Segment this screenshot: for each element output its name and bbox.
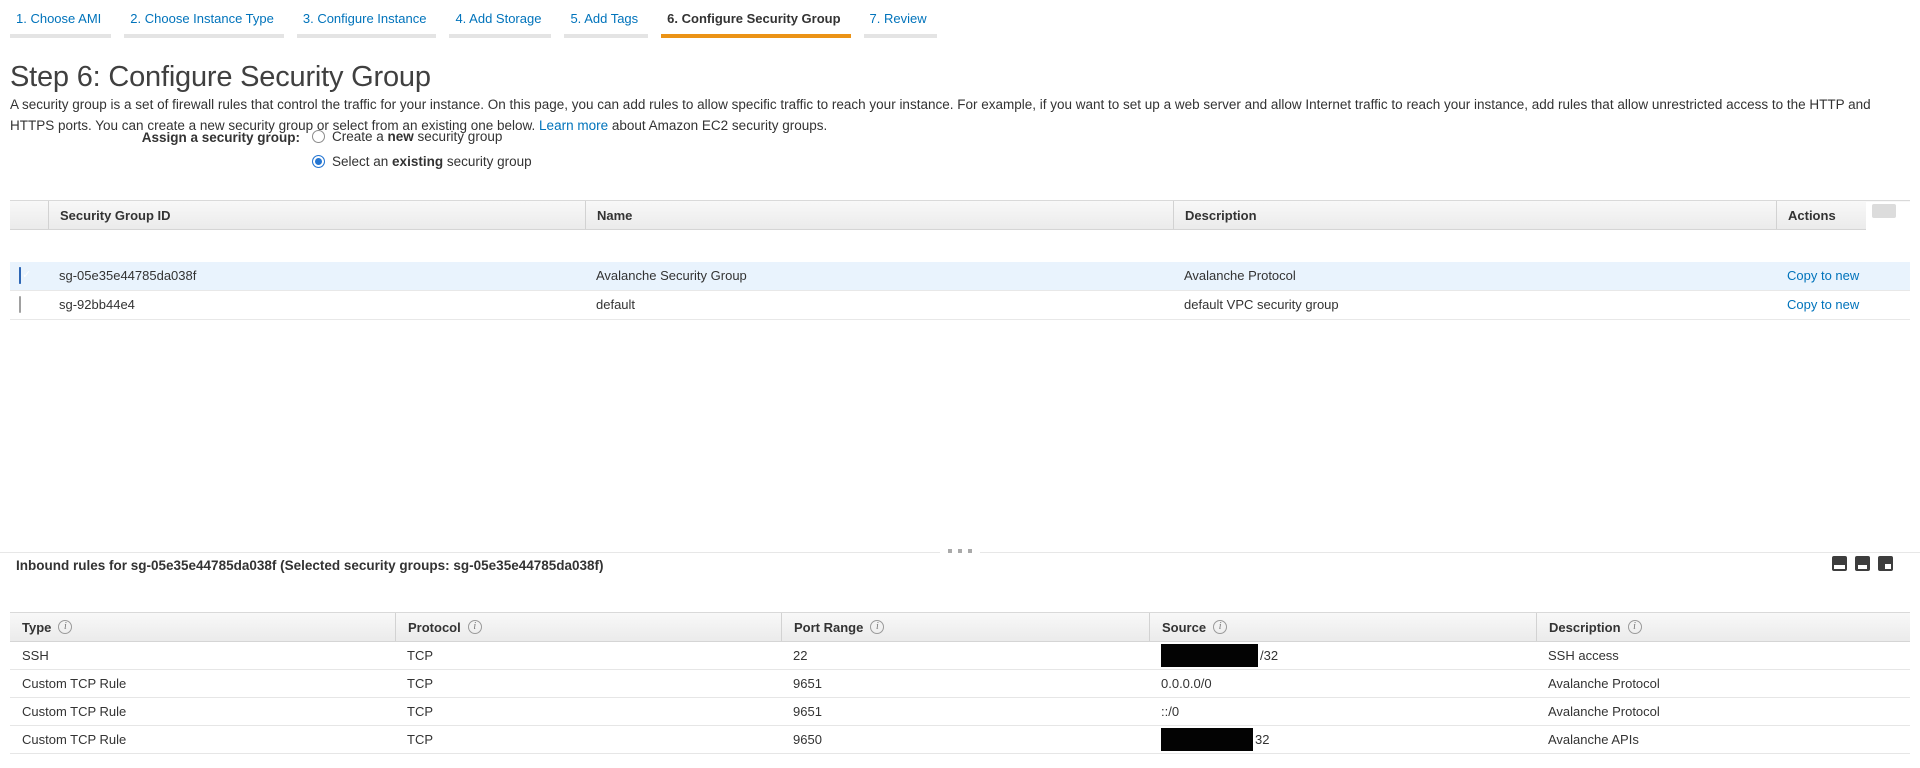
wizard-step-tabs: 1. Choose AMI 2. Choose Instance Type 3.…	[10, 8, 950, 38]
sg-id-cell: sg-05e35e44785da038f	[48, 262, 585, 290]
inbound-rule-row-9650: Custom TCP Rule TCP 9650 32 Avalanche AP…	[10, 726, 1910, 754]
rule-source-cell: /32	[1149, 642, 1536, 669]
handle-dot	[958, 549, 962, 553]
inbound-rules-table: Type Protocol Port Range Source Descript…	[10, 612, 1910, 754]
pane-view-full-icon[interactable]	[1832, 556, 1847, 571]
tab-configure-instance[interactable]: 3. Configure Instance	[297, 8, 437, 38]
header-security-group-id: Security Group ID	[48, 201, 585, 229]
header-name: Name	[585, 201, 1173, 229]
rule-port-cell: 9651	[781, 698, 1149, 725]
security-groups-table-header: Security Group ID Name Description Actio…	[10, 200, 1910, 230]
rule-description-cell: Avalanche Protocol	[1536, 698, 1910, 725]
rule-description-cell: Avalanche Protocol	[1536, 670, 1910, 697]
inbound-rule-row-ssh: SSH TCP 22 /32 SSH access	[10, 642, 1910, 670]
pane-resize-handle[interactable]	[940, 549, 980, 553]
rule-port-cell: 9651	[781, 670, 1149, 697]
info-icon[interactable]	[468, 620, 482, 634]
rule-protocol-cell: TCP	[395, 726, 781, 753]
header-port-range: Port Range	[781, 613, 1149, 641]
inbound-rule-row-9651-ipv4: Custom TCP Rule TCP 9651 0.0.0.0/0 Avala…	[10, 670, 1910, 698]
info-icon[interactable]	[58, 620, 72, 634]
rule-description-cell: SSH access	[1536, 642, 1910, 669]
rule-port-cell: 9650	[781, 726, 1149, 753]
row-checkbox-unchecked[interactable]	[19, 296, 21, 313]
tab-configure-security-group[interactable]: 6. Configure Security Group	[661, 8, 850, 38]
rule-protocol-cell: TCP	[395, 698, 781, 725]
copy-to-new-link[interactable]: Copy to new	[1787, 297, 1859, 312]
rule-type-cell: Custom TCP Rule	[10, 670, 395, 697]
rule-type-cell: Custom TCP Rule	[10, 698, 395, 725]
header-source: Source	[1149, 613, 1536, 641]
table-scrollbar-track	[1866, 202, 1910, 230]
handle-dot	[968, 549, 972, 553]
radio-option-create-new-group[interactable]: Create a new security group	[312, 129, 532, 144]
header-rule-description: Description	[1536, 613, 1910, 641]
security-groups-table: Security Group ID Name Description Actio…	[10, 200, 1910, 320]
learn-more-link[interactable]: Learn more	[539, 118, 608, 133]
pane-view-split-icon[interactable]	[1855, 556, 1870, 571]
header-description: Description	[1173, 201, 1776, 229]
inbound-rules-table-header: Type Protocol Port Range Source Descript…	[10, 612, 1910, 642]
assign-security-group-label: Assign a security group:	[0, 129, 300, 179]
sg-name-cell: default	[585, 291, 1173, 319]
rule-description-cell: Avalanche APIs	[1536, 726, 1910, 753]
assign-security-group-section: Assign a security group: Create a new se…	[0, 129, 532, 179]
intro-text-before: A security group is a set of firewall ru…	[10, 97, 1871, 134]
radio-create-new-icon[interactable]	[312, 130, 325, 143]
pane-view-toggles	[1832, 556, 1893, 571]
tab-add-storage[interactable]: 4. Add Storage	[449, 8, 551, 38]
tab-review[interactable]: 7. Review	[864, 8, 937, 38]
tab-choose-ami[interactable]: 1. Choose AMI	[10, 8, 111, 38]
row-checkbox-checked[interactable]	[19, 267, 21, 284]
rule-port-cell: 22	[781, 642, 1149, 669]
rule-protocol-cell: TCP	[395, 670, 781, 697]
table-scrollbar-thumb[interactable]	[1872, 204, 1896, 218]
intro-text-after: about Amazon EC2 security groups.	[612, 118, 827, 133]
handle-dot	[948, 549, 952, 553]
rule-source-cell: ::/0	[1149, 698, 1536, 725]
redacted-ip-block	[1161, 728, 1253, 751]
rule-source-cell: 32	[1149, 726, 1536, 753]
info-icon[interactable]	[1213, 620, 1227, 634]
inbound-rules-heading: Inbound rules for sg-05e35e44785da038f (…	[16, 558, 604, 573]
radio-select-existing-icon[interactable]	[312, 155, 325, 168]
security-group-row-avalanche[interactable]: sg-05e35e44785da038f Avalanche Security …	[10, 262, 1910, 291]
radio-option-select-existing-group[interactable]: Select an existing security group	[312, 154, 532, 169]
rule-type-cell: Custom TCP Rule	[10, 726, 395, 753]
info-icon[interactable]	[1628, 620, 1642, 634]
page-title: Step 6: Configure Security Group	[10, 61, 431, 94]
radio-select-existing-label: Select an existing security group	[332, 154, 532, 169]
pane-view-minimize-icon[interactable]	[1878, 556, 1893, 571]
rule-protocol-cell: TCP	[395, 642, 781, 669]
inbound-rule-row-9651-ipv6: Custom TCP Rule TCP 9651 ::/0 Avalanche …	[10, 698, 1910, 726]
header-checkbox-column	[10, 201, 48, 229]
header-protocol: Protocol	[395, 613, 781, 641]
security-group-row-default[interactable]: sg-92bb44e4 default default VPC security…	[10, 291, 1910, 320]
rule-type-cell: SSH	[10, 642, 395, 669]
sg-id-cell: sg-92bb44e4	[48, 291, 585, 319]
tab-add-tags[interactable]: 5. Add Tags	[564, 8, 648, 38]
header-type: Type	[10, 613, 395, 641]
info-icon[interactable]	[870, 620, 884, 634]
rule-source-cell: 0.0.0.0/0	[1149, 670, 1536, 697]
tab-choose-instance-type[interactable]: 2. Choose Instance Type	[124, 8, 284, 38]
copy-to-new-link[interactable]: Copy to new	[1787, 268, 1859, 283]
redacted-ip-block	[1161, 644, 1258, 667]
sg-name-cell: Avalanche Security Group	[585, 262, 1173, 290]
radio-create-new-label: Create a new security group	[332, 129, 502, 144]
sg-description-cell: default VPC security group	[1173, 291, 1776, 319]
sg-description-cell: Avalanche Protocol	[1173, 262, 1776, 290]
